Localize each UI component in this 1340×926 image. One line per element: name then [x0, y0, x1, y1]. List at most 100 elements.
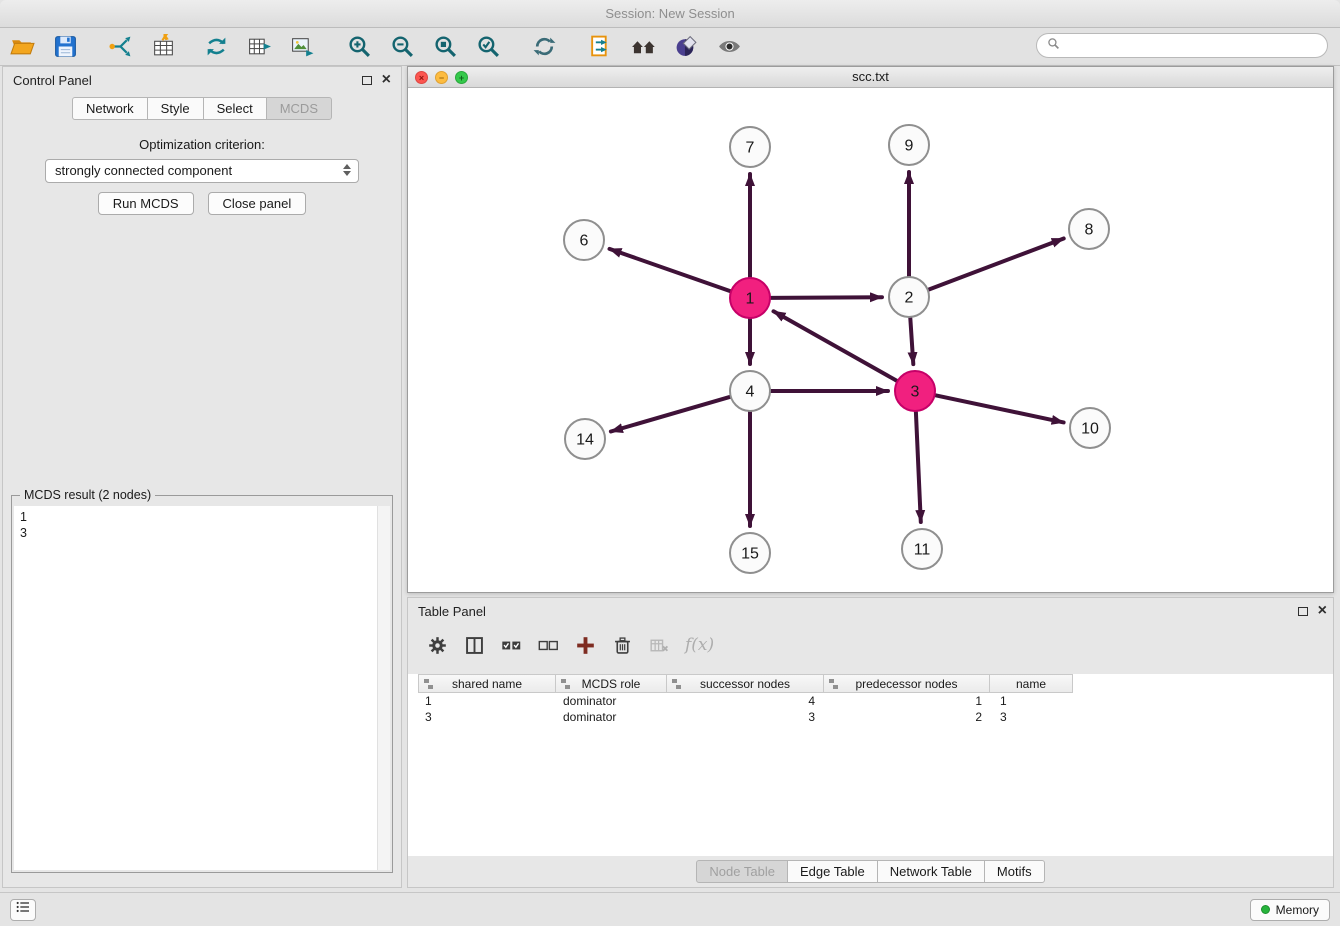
edge-2-3[interactable] [910, 318, 913, 364]
traffic-close-icon[interactable]: × [415, 71, 428, 84]
mcds-result-area[interactable]: 1 3 [14, 506, 390, 870]
trash-icon [612, 635, 633, 656]
zoom-selected-button[interactable] [471, 32, 505, 62]
traffic-minimize-icon[interactable]: − [435, 71, 448, 84]
table-cell[interactable]: 3 [669, 709, 827, 725]
table-cell[interactable]: 1 [827, 693, 994, 709]
edge-1-2[interactable] [771, 297, 882, 298]
refresh-icon [532, 34, 557, 59]
node-9[interactable]: 9 [889, 125, 929, 165]
edge-3-11[interactable] [916, 412, 921, 522]
node-11[interactable]: 11 [902, 529, 942, 569]
column-header-successor-nodes[interactable]: successor nodes [666, 674, 824, 693]
global-search-field[interactable] [1036, 33, 1328, 58]
node-15[interactable]: 15 [730, 533, 770, 573]
node-10[interactable]: 10 [1070, 408, 1110, 448]
tab-select[interactable]: Select [203, 97, 267, 120]
float-table-panel-icon[interactable] [1298, 607, 1308, 616]
function-builder-button[interactable]: f(x) [681, 631, 718, 659]
import-network-button[interactable] [103, 32, 137, 62]
node-14[interactable]: 14 [565, 419, 605, 459]
close-table-panel-icon[interactable]: × [1318, 604, 1327, 618]
deselect-all-button[interactable] [533, 631, 563, 659]
export-image-icon [290, 34, 315, 59]
table-cell[interactable]: 1 [419, 693, 557, 709]
delete-column-button[interactable] [607, 631, 637, 659]
tab-motifs[interactable]: Motifs [984, 860, 1045, 883]
node-2[interactable]: 2 [889, 277, 929, 317]
table-cell[interactable]: 2 [827, 709, 994, 725]
table-cell[interactable]: dominator [557, 709, 669, 725]
tab-edge-table[interactable]: Edge Table [787, 860, 878, 883]
task-history-button[interactable] [10, 899, 36, 921]
column-header-predecessor-nodes[interactable]: predecessor nodes [823, 674, 990, 693]
node-1[interactable]: 1 [730, 278, 770, 318]
export-table-button[interactable] [242, 32, 276, 62]
table-panel: Table Panel × f(x) shared nameMCDS [407, 597, 1334, 888]
memory-button[interactable]: Memory [1250, 899, 1330, 921]
optimization-criterion-dropdown[interactable]: strongly connected component [45, 159, 359, 183]
table-cell[interactable]: 1 [994, 693, 1078, 709]
tab-network-table[interactable]: Network Table [877, 860, 985, 883]
apply-layout-button[interactable] [527, 32, 561, 62]
tab-mcds[interactable]: MCDS [266, 97, 332, 120]
home-button[interactable] [626, 32, 660, 62]
close-panel-button[interactable]: Close panel [208, 192, 307, 215]
network-window-title: scc.txt [852, 69, 889, 84]
edge-2-8[interactable] [929, 239, 1064, 290]
column-header-shared-name[interactable]: shared name [418, 674, 556, 693]
node-3[interactable]: 3 [895, 371, 935, 411]
table-row[interactable]: 3dominator323 [419, 709, 1333, 725]
zoom-out-button[interactable] [385, 32, 419, 62]
import-table-button[interactable] [146, 32, 180, 62]
edge-1-6[interactable] [610, 249, 731, 291]
save-session-button[interactable] [48, 32, 82, 62]
show-hide-details-button[interactable] [712, 32, 746, 62]
mcds-result-box: MCDS result (2 nodes) 1 3 [11, 495, 393, 873]
zoom-in-button[interactable] [342, 32, 376, 62]
table-row[interactable]: 1dominator411 [419, 693, 1333, 709]
table-settings-button[interactable] [422, 631, 452, 659]
open-session-button[interactable] [5, 32, 39, 62]
node-label: 4 [746, 384, 755, 401]
close-panel-icon[interactable]: × [382, 73, 391, 87]
column-header-name[interactable]: name [989, 674, 1073, 693]
table-cell[interactable]: 3 [994, 709, 1078, 725]
mcds-result-title: MCDS result (2 nodes) [20, 488, 155, 502]
column-header-MCDS-role[interactable]: MCDS role [555, 674, 667, 693]
traffic-zoom-icon[interactable]: + [455, 71, 468, 84]
search-input[interactable] [1066, 38, 1317, 53]
zoom-out-icon [390, 34, 415, 59]
optimization-criterion-label: Optimization criterion: [3, 137, 401, 152]
tab-style[interactable]: Style [147, 97, 204, 120]
run-mcds-button[interactable]: Run MCDS [98, 192, 194, 215]
zoom-in-icon [347, 34, 372, 59]
export-network-button[interactable] [199, 32, 233, 62]
table-cell[interactable]: dominator [557, 693, 669, 709]
style-button[interactable] [669, 32, 703, 62]
node-4[interactable]: 4 [730, 371, 770, 411]
control-panel: Control Panel × Network Style Select MCD… [2, 66, 402, 888]
float-panel-icon[interactable] [362, 76, 372, 85]
zoom-fit-button[interactable] [428, 32, 462, 62]
tab-network[interactable]: Network [72, 97, 148, 120]
add-column-button[interactable] [570, 631, 600, 659]
node-6[interactable]: 6 [564, 220, 604, 260]
tab-node-table[interactable]: Node Table [696, 860, 788, 883]
select-all-button[interactable] [496, 631, 526, 659]
network-canvas[interactable]: 7 9 6 8 1 2 4 3 14 10 15 11 [408, 88, 1333, 592]
node-7[interactable]: 7 [730, 127, 770, 167]
import-table-icon [151, 34, 176, 59]
node-8[interactable]: 8 [1069, 209, 1109, 249]
table-cell[interactable]: 4 [669, 693, 827, 709]
result-scrollbar[interactable] [377, 506, 390, 870]
table-cell[interactable]: 3 [419, 709, 557, 725]
show-columns-button[interactable] [459, 631, 489, 659]
first-neighbors-button[interactable] [583, 32, 617, 62]
edge-4-14[interactable] [611, 397, 730, 432]
export-image-button[interactable] [285, 32, 319, 62]
column-header-label: name [1016, 677, 1046, 691]
edge-3-10[interactable] [936, 395, 1064, 422]
edge-3-1[interactable] [774, 311, 897, 380]
delete-table-button[interactable] [644, 631, 674, 659]
